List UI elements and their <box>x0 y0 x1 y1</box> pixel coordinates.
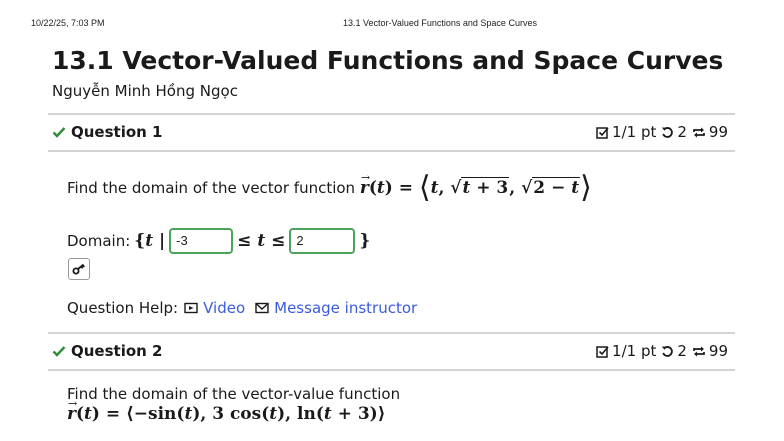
set-open: {t | <box>134 231 166 251</box>
key-icon <box>72 263 85 275</box>
checkbox-icon <box>596 345 609 358</box>
checkbox-icon <box>596 126 609 139</box>
repeat-icon <box>693 127 705 137</box>
print-timestamp: 10/22/25, 7:03 PM <box>31 18 105 28</box>
score-badge: 1/1 pt <box>596 123 656 141</box>
attempts-badge: 99 <box>692 342 728 360</box>
domain-lower-input[interactable]: -3 <box>169 228 234 254</box>
score-text: 1/1 pt <box>612 123 657 141</box>
domain-answer-row: Domain: {t | -3 ≤ t ≤ 2 } <box>67 226 370 256</box>
question-1-prompt-text: Find the domain of the vector function <box>67 179 356 197</box>
vector-function-formula-2: r → (t) = ⟨−sin(t), 3 cos(t), ln(t + 3)⟩ <box>67 397 386 424</box>
divider <box>48 113 735 115</box>
check-icon <box>52 127 66 138</box>
divider <box>48 369 735 371</box>
attempts-text: 99 <box>708 123 728 141</box>
vector-function-formula: r → (t) = ⟨t, √t + 3, √2 − t⟩ <box>359 170 592 205</box>
inequality: ≤ t ≤ <box>237 231 286 251</box>
video-link[interactable]: Video <box>184 299 245 317</box>
question-1-prompt: Find the domain of the vector function r… <box>67 170 592 205</box>
mail-icon <box>255 302 269 314</box>
retry-icon <box>662 345 674 357</box>
domain-upper-input[interactable]: 2 <box>289 228 356 254</box>
message-instructor-label: Message instructor <box>274 299 418 317</box>
retry-icon <box>662 126 674 138</box>
question-1-header[interactable]: Question 1 1/1 pt 2 99 <box>52 122 728 142</box>
question-2-label: Question 2 <box>71 342 163 360</box>
print-header: 10/22/25, 7:03 PM 13.1 Vector-Valued Fun… <box>0 18 784 32</box>
question-help-label: Question Help: <box>67 299 179 317</box>
attempts-text: 99 <box>708 342 728 360</box>
retries-text: 2 <box>677 123 687 141</box>
video-link-label: Video <box>203 299 246 317</box>
question-2-header[interactable]: Question 2 1/1 pt 2 99 <box>52 341 728 361</box>
print-doc-title: 13.1 Vector-Valued Functions and Space C… <box>343 18 537 28</box>
domain-label: Domain: <box>67 232 131 250</box>
question-1-label: Question 1 <box>71 123 163 141</box>
divider <box>48 150 735 152</box>
set-close: } <box>359 231 371 251</box>
student-name: Nguyễn Minh Hồng Ngọc <box>52 82 238 100</box>
retries-text: 2 <box>677 342 687 360</box>
video-icon <box>184 302 198 314</box>
attempts-badge: 99 <box>692 123 728 141</box>
question-2-prompt: Find the domain of the vector-value func… <box>67 385 401 403</box>
repeat-icon <box>693 346 705 356</box>
divider <box>48 332 735 334</box>
retries-badge: 2 <box>661 342 687 360</box>
key-button[interactable] <box>68 258 90 280</box>
score-badge: 1/1 pt <box>596 342 656 360</box>
retries-badge: 2 <box>661 123 687 141</box>
question-help-row: Question Help: Video Message instructor <box>67 299 417 317</box>
message-instructor-link[interactable]: Message instructor <box>255 299 417 317</box>
page-title: 13.1 Vector-Valued Functions and Space C… <box>52 46 724 75</box>
score-text: 1/1 pt <box>612 342 657 360</box>
check-icon <box>52 346 66 357</box>
